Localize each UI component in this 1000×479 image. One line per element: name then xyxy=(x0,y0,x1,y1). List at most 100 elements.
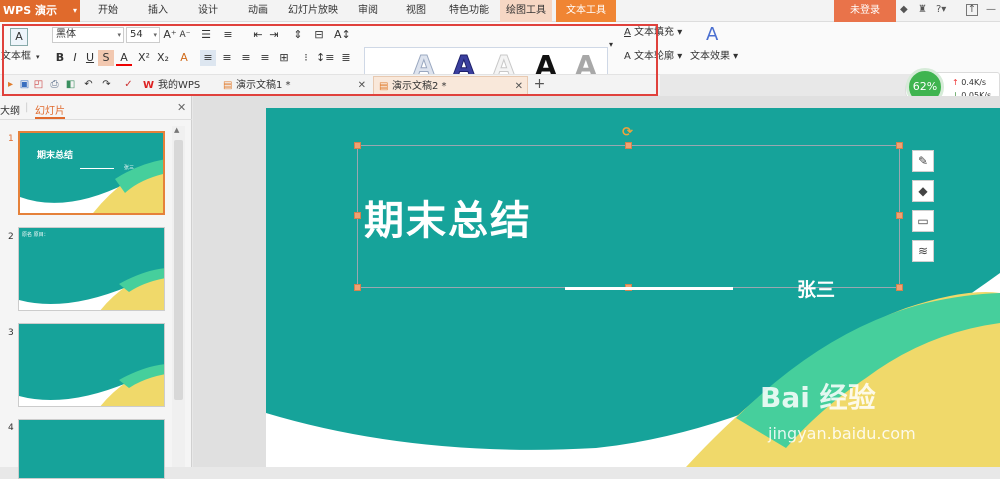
scrollbar-thumb[interactable] xyxy=(174,140,183,400)
ppt-file-icon: ▤ xyxy=(379,81,389,92)
menu-view[interactable]: 视图 xyxy=(396,0,436,22)
textbox-label[interactable]: 文本框 xyxy=(1,50,31,64)
print-icon[interactable]: ⎙ xyxy=(48,78,61,91)
slide-title[interactable]: 期末总结 xyxy=(364,188,532,246)
line-spacing-icon[interactable]: A↕ xyxy=(334,27,351,43)
export-pdf-icon[interactable]: ◰ xyxy=(32,78,45,91)
folder-icon[interactable]: ▸ xyxy=(4,78,17,91)
align-right-icon[interactable]: ≡ xyxy=(238,50,254,66)
paragraph-spacing-icon[interactable]: ↕≡ xyxy=(316,50,334,66)
minimize-icon[interactable]: — xyxy=(986,4,996,15)
preview-icon[interactable]: ◧ xyxy=(64,78,77,91)
bullet-list-icon[interactable]: ☰ xyxy=(198,27,214,43)
redo-icon[interactable]: ↷ xyxy=(100,78,113,91)
layers-icon[interactable]: ≋ xyxy=(912,240,934,262)
align-left-icon[interactable]: ≡ xyxy=(200,50,216,66)
justify-icon[interactable]: ≡ xyxy=(257,50,273,66)
column-icon[interactable]: ⁝ xyxy=(298,50,314,66)
menu-home[interactable]: 开始 xyxy=(88,0,128,22)
resize-handle[interactable] xyxy=(354,212,361,219)
subscript-icon[interactable]: X₂ xyxy=(155,50,171,66)
text-outline-button[interactable]: A 文本轮廓 ▾ xyxy=(624,50,682,64)
app-menu-button[interactable]: WPS 演示 ▾ xyxy=(0,0,80,22)
title-underline xyxy=(565,287,733,290)
tab-slides[interactable]: 幻灯片 xyxy=(35,102,65,119)
resize-handle[interactable] xyxy=(896,142,903,149)
upload-speed: ↑ 0.4K/s xyxy=(952,78,987,87)
rotate-handle-icon[interactable]: ⟳ xyxy=(622,125,633,140)
menu-review[interactable]: 审阅 xyxy=(348,0,388,22)
resize-handle[interactable] xyxy=(354,142,361,149)
indent-decrease-icon[interactable]: ⇤ xyxy=(250,27,266,43)
menu-animation[interactable]: 动画 xyxy=(238,0,278,22)
menu-special[interactable]: 特色功能 xyxy=(443,0,495,22)
menu-slideshow[interactable]: 幻灯片放映 xyxy=(283,0,343,22)
text-fill-icon: A xyxy=(624,27,631,38)
clear-format-icon[interactable]: A xyxy=(176,50,192,66)
underline-icon[interactable]: U xyxy=(82,50,98,66)
chevron-down-icon[interactable]: ▾ xyxy=(36,50,40,64)
resize-handle[interactable] xyxy=(896,212,903,219)
indent-increase-icon[interactable]: ⇥ xyxy=(266,27,282,43)
align-text-icon[interactable]: ⊟ xyxy=(311,27,327,43)
grow-font-icon[interactable]: A⁺ xyxy=(162,27,178,43)
undo-icon[interactable]: ↶ xyxy=(82,78,95,91)
chevron-down-icon: ▾ xyxy=(153,31,157,39)
scroll-up-icon[interactable]: ▲ xyxy=(174,126,179,134)
close-icon[interactable]: ✕ xyxy=(177,101,186,114)
resize-handle[interactable] xyxy=(354,284,361,291)
font-name-select[interactable]: 黑体 ▾ xyxy=(52,27,124,43)
menu-insert[interactable]: 插入 xyxy=(138,0,178,22)
textbox-icon[interactable]: A xyxy=(10,28,28,46)
login-button[interactable]: 未登录 xyxy=(834,0,896,22)
slide-thumbnail-4[interactable] xyxy=(18,419,165,479)
slide-thumbnail-2[interactable]: 原名 原目： xyxy=(18,227,165,311)
help-icon[interactable]: ?▾ xyxy=(936,4,946,15)
resize-handle[interactable] xyxy=(896,284,903,291)
slide-author[interactable]: 张三 xyxy=(797,275,835,302)
thumb-text: 原名 原目： xyxy=(22,232,49,238)
slide-number: 3 xyxy=(8,328,14,338)
tab-doc1[interactable]: ▤ 演示文稿1 * ✕ xyxy=(218,76,370,95)
gallery-more-icon[interactable]: ▾ xyxy=(609,38,613,52)
text-fill-button[interactable]: A 文本填充 ▾ xyxy=(624,26,682,40)
slide-number: 4 xyxy=(8,423,14,433)
align-center-icon[interactable]: ≡ xyxy=(219,50,235,66)
menu-design[interactable]: 设计 xyxy=(188,0,228,22)
fill-bucket-icon[interactable]: ◆ xyxy=(912,180,934,202)
shirt-icon[interactable]: ♜ xyxy=(918,4,927,15)
slide-thumbnail-1[interactable]: 期末总结 张三 xyxy=(18,131,165,215)
save-icon[interactable]: ▣ xyxy=(18,78,31,91)
numbered-list-icon[interactable]: ≡ xyxy=(220,27,236,43)
para-settings-icon[interactable]: ≣ xyxy=(338,50,354,66)
tab-doc2[interactable]: ▤ 演示文稿2 * ✕ xyxy=(373,76,528,95)
app-name: WPS 演示 xyxy=(3,4,57,17)
close-icon[interactable]: ✕ xyxy=(515,77,523,96)
italic-icon[interactable]: I xyxy=(67,50,83,66)
thumbnail-background xyxy=(19,364,164,406)
slide-number: 2 xyxy=(8,232,14,242)
close-icon[interactable]: ✕ xyxy=(358,76,366,95)
edit-shape-icon[interactable]: ✎ xyxy=(912,150,934,172)
superscript-icon[interactable]: X² xyxy=(136,50,152,66)
text-effect-button[interactable]: 文本效果 ▾ xyxy=(690,50,738,64)
font-color-icon[interactable]: A xyxy=(116,50,132,66)
tab-outline[interactable]: 大纲 xyxy=(0,102,20,117)
resize-handle[interactable] xyxy=(625,142,632,149)
new-tab-icon[interactable]: + xyxy=(533,77,546,91)
text-direction-icon[interactable]: ⇕ xyxy=(290,27,306,43)
restore-icon[interactable]: ↑ xyxy=(966,4,978,16)
customize-icon[interactable]: ✓ xyxy=(122,78,135,91)
skin-icon[interactable]: ◆ xyxy=(900,4,908,15)
text-effect-icon[interactable]: A xyxy=(706,26,718,44)
distribute-icon[interactable]: ⊞ xyxy=(276,50,292,66)
slide-thumbnail-3[interactable] xyxy=(18,323,165,407)
outline-pen-icon[interactable]: ▭ xyxy=(912,210,934,232)
font-size-select[interactable]: 54 ▾ xyxy=(126,27,160,43)
bold-icon[interactable]: B xyxy=(52,50,68,66)
tab-mywps[interactable]: W 我的WPS xyxy=(140,76,218,95)
shadow-icon[interactable]: S xyxy=(98,50,114,66)
shrink-font-icon[interactable]: A⁻ xyxy=(177,27,193,43)
menu-text-tools[interactable]: 文本工具 xyxy=(556,0,616,22)
menu-drawing-tools[interactable]: 绘图工具 xyxy=(500,0,552,22)
